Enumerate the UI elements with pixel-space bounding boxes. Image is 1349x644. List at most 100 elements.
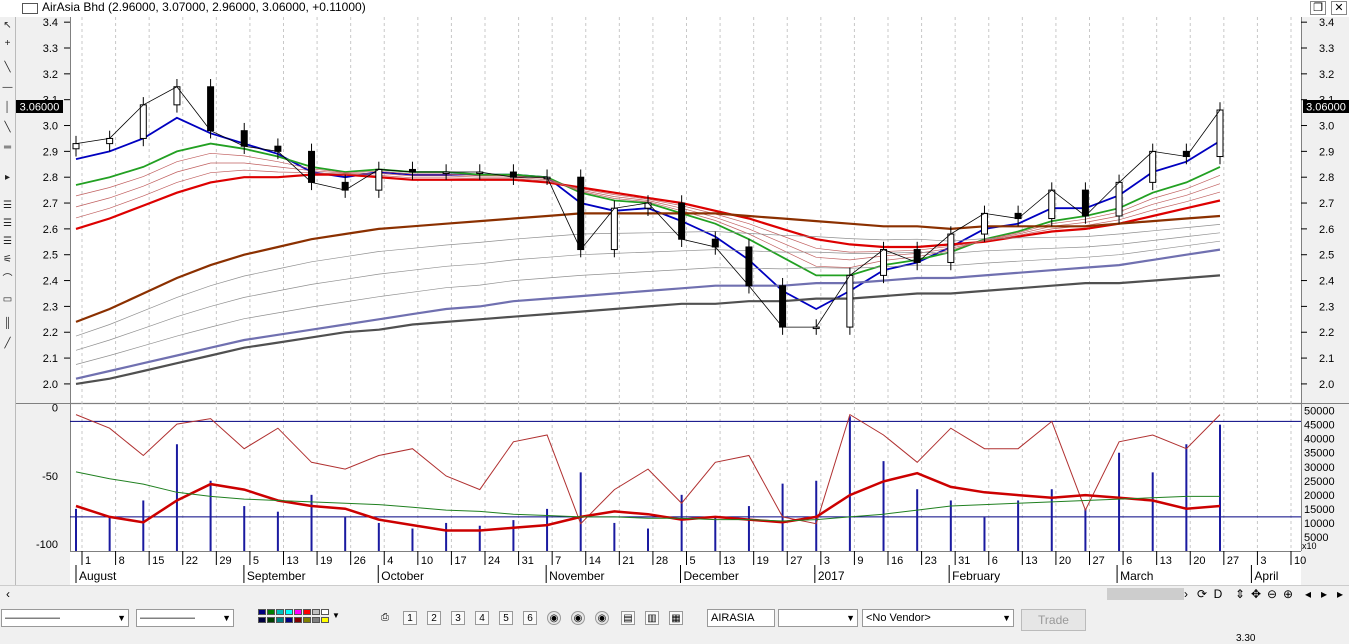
- last-price-label-left: 3.06000: [20, 102, 60, 114]
- text-tool-icon[interactable]: ⌒: [1, 273, 14, 286]
- candle-body: [846, 274, 854, 328]
- browser-icon[interactable]: ◉: [547, 611, 561, 625]
- crosshair-tool-icon[interactable]: +: [1, 37, 14, 50]
- trade-button[interactable]: Trade: [1021, 609, 1086, 631]
- layout-3-icon[interactable]: 3: [451, 611, 465, 625]
- step-back-icon[interactable]: ◂: [1300, 586, 1316, 603]
- candle-body: [308, 150, 316, 183]
- fan-tool-icon[interactable]: ☰: [1, 217, 14, 230]
- candle-body: [509, 171, 517, 178]
- pan-vertical-icon[interactable]: ⇕: [1232, 586, 1248, 603]
- cascade-icon[interactable]: ▦: [669, 611, 683, 625]
- color-palette[interactable]: ▼: [258, 609, 340, 629]
- line-style-dropdown[interactable]: ————— ▼: [1, 609, 129, 627]
- y-tick-label-right: 2.2: [1319, 327, 1334, 339]
- chevron-down-icon: ▼: [222, 613, 231, 623]
- date-tick-label: 31: [522, 555, 534, 567]
- layout-1-icon[interactable]: 1: [403, 611, 417, 625]
- speedline-tool-icon[interactable]: ╱: [1, 337, 14, 350]
- browser-icon[interactable]: ◉: [571, 611, 585, 625]
- horizontal-scrollbar[interactable]: ‹ › ⟳ D ⇕ ✥ ⊖ ⊕ ◂ ▸ ▸: [0, 585, 1349, 603]
- y-tick-label-right: 2.3: [1319, 301, 1334, 313]
- arc-tool-icon[interactable]: ☰: [1, 235, 14, 248]
- candle-body: [1115, 181, 1123, 217]
- indicator-plot-area[interactable]: [70, 405, 1301, 551]
- y-tick-label-left: 2.2: [43, 327, 58, 339]
- month-label: September: [247, 569, 306, 583]
- date-tick-label: 6: [1126, 555, 1132, 567]
- candle-body: [274, 145, 282, 152]
- gann-tool-icon[interactable]: ⚟: [1, 253, 14, 266]
- move-icon[interactable]: ✥: [1248, 586, 1264, 603]
- step-forward-icon[interactable]: ▸: [1316, 586, 1332, 603]
- date-tick-label: 19: [320, 555, 332, 567]
- date-tick-label: 31: [958, 555, 970, 567]
- print-icon[interactable]: ⎙: [378, 611, 392, 625]
- palette-dropdown-icon[interactable]: ▼: [332, 611, 340, 620]
- vendor-dropdown[interactable]: <No Vendor> ▼: [862, 609, 1014, 627]
- layout-4-icon[interactable]: 4: [475, 611, 489, 625]
- tile-vertical-icon[interactable]: ▥: [645, 611, 659, 625]
- layout-6-icon[interactable]: 6: [523, 611, 537, 625]
- candle-body: [375, 168, 383, 191]
- volume-tick-label: 10000: [1304, 518, 1335, 530]
- window-icon: [22, 3, 38, 14]
- date-tick-label: 13: [287, 555, 299, 567]
- zoom-out-icon[interactable]: ⊖: [1264, 586, 1280, 603]
- date-tick-label: 22: [186, 555, 198, 567]
- channel-tool-icon[interactable]: ═: [1, 141, 14, 154]
- exchange-dropdown[interactable]: ▼: [778, 609, 858, 627]
- zoom-in-icon[interactable]: ⊕: [1280, 586, 1296, 603]
- volume-tick-label: 35000: [1304, 448, 1335, 460]
- cycle-tool-icon[interactable]: ║: [1, 317, 14, 330]
- layout-5-icon[interactable]: 5: [499, 611, 513, 625]
- horizontal-line-tool-icon[interactable]: —: [1, 81, 14, 94]
- candle-body: [678, 202, 686, 240]
- volume-tick-label: 30000: [1304, 462, 1335, 474]
- candle-body: [779, 285, 787, 328]
- rectangle-tool-icon[interactable]: ▭: [1, 293, 14, 306]
- indicator-tick-label: -100: [36, 539, 58, 551]
- month-label: December: [684, 569, 739, 583]
- month-label: August: [79, 569, 117, 583]
- date-tick-label: 24: [488, 555, 500, 567]
- y-tick-label-left: 3.0: [43, 121, 58, 133]
- line-width-dropdown[interactable]: ————— ▼: [136, 609, 234, 627]
- y-tick-label-left: 2.9: [43, 146, 58, 158]
- date-tick-label: 29: [219, 555, 231, 567]
- y-tick-label-right: 3.0: [1319, 121, 1334, 133]
- date-tick-label: 5: [690, 555, 696, 567]
- scrollbar-thumb[interactable]: [1107, 588, 1184, 600]
- candle-body: [711, 238, 719, 248]
- month-label: March: [1120, 569, 1153, 583]
- daily-period-icon[interactable]: D: [1210, 586, 1226, 603]
- browser-icon[interactable]: ◉: [595, 611, 609, 625]
- ray-tool-icon[interactable]: ╲: [1, 121, 14, 134]
- tile-horizontal-icon[interactable]: ▤: [621, 611, 635, 625]
- restore-button[interactable]: ❐: [1310, 1, 1326, 15]
- trendline-tool-icon[interactable]: ╲: [1, 61, 14, 74]
- symbol-input[interactable]: AIRASIA: [707, 609, 775, 627]
- candle-body: [72, 143, 80, 150]
- vertical-line-tool-icon[interactable]: │: [1, 101, 14, 114]
- price-chart[interactable]: 3.43.33.23.13.02.92.82.72.62.52.42.32.22…: [16, 17, 1349, 585]
- scroll-left-icon[interactable]: ‹: [0, 586, 16, 603]
- expand-toolbar-icon[interactable]: ▸: [1, 171, 14, 184]
- layout-2-icon[interactable]: 2: [427, 611, 441, 625]
- cursor-tool-icon[interactable]: ↖: [1, 19, 14, 32]
- refresh-icon[interactable]: ⟳: [1194, 586, 1210, 603]
- date-tick-label: 9: [857, 555, 863, 567]
- bottom-toolbar: ————— ▼ ————— ▼ ▼ ⎙ 1 2 3 4 5 6 ◉ ◉ ◉ ▤ ▥ …: [0, 602, 1349, 644]
- scroll-right-icon[interactable]: ›: [1178, 586, 1194, 603]
- date-tick-label: 20: [1193, 555, 1205, 567]
- date-tick-label: 5: [253, 555, 259, 567]
- fibonacci-tool-icon[interactable]: ☰: [1, 199, 14, 212]
- candle-body: [1014, 212, 1022, 220]
- end-icon[interactable]: ▸: [1332, 586, 1348, 603]
- candle-body: [1216, 109, 1224, 158]
- close-button[interactable]: ✕: [1331, 1, 1347, 15]
- date-tick-label: 28: [656, 555, 668, 567]
- month-label: November: [549, 569, 604, 583]
- date-tick-label: 6: [992, 555, 998, 567]
- y-tick-label-right: 3.4: [1319, 17, 1334, 29]
